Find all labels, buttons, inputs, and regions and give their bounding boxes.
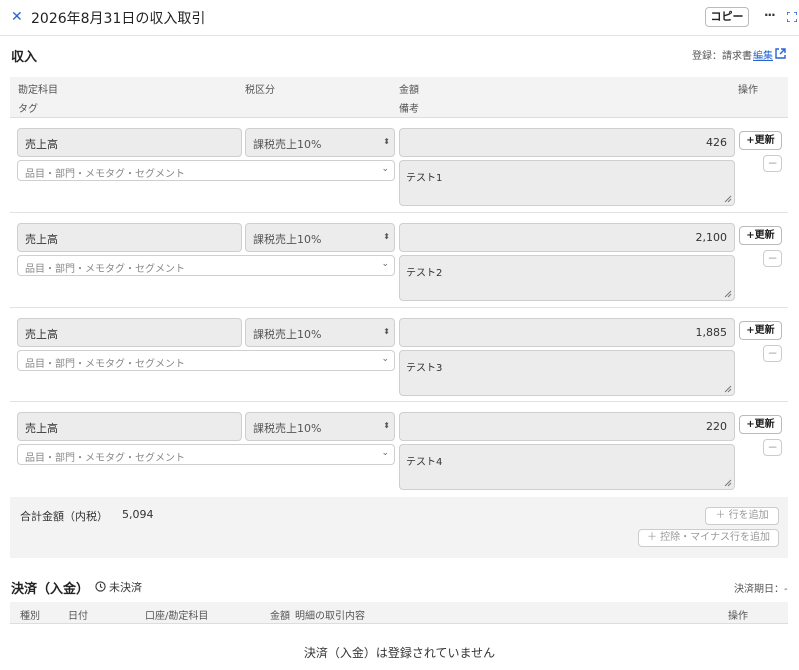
add-deduction-row-button[interactable]: ＋ 控除・マイナス行を追加 — [638, 529, 779, 547]
tax-value: 課税売上10% — [253, 233, 322, 246]
clock-icon — [95, 581, 106, 592]
update-button[interactable]: +更新 — [739, 321, 782, 340]
memo-field[interactable]: テスト1 — [399, 160, 735, 206]
col-action: 操作 — [738, 85, 758, 96]
tag-select[interactable]: 品目・部門・メモタグ・セグメント ⌄ — [17, 160, 395, 181]
amount-field[interactable]: 1,885 — [399, 318, 735, 347]
external-link-icon[interactable] — [775, 48, 786, 59]
col-account: 勘定科目 — [18, 85, 58, 96]
tax-select[interactable]: 課税売上10% ⬍ — [245, 412, 395, 441]
account-field[interactable]: 売上高 — [17, 128, 242, 157]
page-title: 2026年8月31日の収入取引 — [31, 11, 206, 27]
tag-placeholder: 品目・部門・メモタグ・セグメント — [25, 359, 185, 370]
total-value: 5,094 — [122, 508, 154, 521]
remove-row-button[interactable]: − — [763, 345, 782, 362]
account-field[interactable]: 売上高 — [17, 318, 242, 347]
tax-select[interactable]: 課税売上10% ⬍ — [245, 318, 395, 347]
resize-grip-icon[interactable] — [724, 195, 732, 203]
tax-value: 課税売上10% — [253, 138, 322, 151]
chevron-down-icon: ⌄ — [381, 259, 389, 269]
income-row: 売上高 課税売上10% ⬍ 426 品目・部門・メモタグ・セグメント ⌄ テスト1 … — [10, 118, 788, 213]
col-tax: 税区分 — [245, 85, 275, 96]
col-memo: 備考 — [399, 104, 419, 115]
tag-placeholder: 品目・部門・メモタグ・セグメント — [25, 264, 185, 275]
col-amount: 金額 — [399, 85, 419, 96]
chevron-down-icon: ⌄ — [381, 448, 389, 458]
amount-field[interactable]: 2,100 — [399, 223, 735, 252]
modal-header: ✕ 2026年8月31日の収入取引 コピー ··· — [0, 0, 799, 36]
select-arrow-icon: ⬍ — [383, 327, 390, 336]
income-row: 売上高 課税売上10% ⬍ 220 品目・部門・メモタグ・セグメント ⌄ テスト4 … — [10, 402, 788, 497]
amount-field[interactable]: 426 — [399, 128, 735, 157]
payment-section-title: 決済（入金） — [11, 582, 90, 597]
income-row: 売上高 課税売上10% ⬍ 1,885 品目・部門・メモタグ・セグメント ⌄ テスト… — [10, 308, 788, 402]
col-pay-action: 操作 — [728, 611, 748, 622]
remove-row-button[interactable]: − — [763, 250, 782, 267]
income-section-title: 収入 — [11, 50, 38, 65]
memo-value: テスト4 — [406, 457, 443, 468]
account-field[interactable]: 売上高 — [17, 412, 242, 441]
tag-select[interactable]: 品目・部門・メモタグ・セグメント ⌄ — [17, 444, 395, 465]
update-button[interactable]: +更新 — [739, 226, 782, 245]
tag-placeholder: 品目・部門・メモタグ・セグメント — [25, 453, 185, 464]
update-button[interactable]: +更新 — [739, 131, 782, 150]
col-pay-account: 口座/勘定科目 — [145, 611, 209, 622]
resize-grip-icon[interactable] — [724, 290, 732, 298]
tax-select[interactable]: 課税売上10% ⬍ — [245, 128, 395, 157]
tag-select[interactable]: 品目・部門・メモタグ・セグメント ⌄ — [17, 350, 395, 371]
select-arrow-icon: ⬍ — [383, 137, 390, 146]
remove-row-button[interactable]: − — [763, 155, 782, 172]
expand-icon[interactable] — [787, 12, 797, 22]
tax-value: 課税売上10% — [253, 422, 322, 435]
tag-select[interactable]: 品目・部門・メモタグ・セグメント ⌄ — [17, 255, 395, 276]
resize-grip-icon[interactable] — [724, 385, 732, 393]
chevron-down-icon: ⌄ — [381, 354, 389, 364]
remove-row-button[interactable]: − — [763, 439, 782, 456]
payment-status: 未決済 — [95, 579, 142, 595]
col-date: 日付 — [68, 611, 88, 622]
chevron-down-icon: ⌄ — [381, 164, 389, 174]
memo-value: テスト3 — [406, 363, 443, 374]
memo-field[interactable]: テスト2 — [399, 255, 735, 301]
registration-label: 登録：請求書 — [692, 51, 752, 62]
due-date-label: 決済期日：- — [734, 584, 788, 595]
income-table-header: 勘定科目 税区分 金額 操作 タグ 備考 — [10, 77, 788, 118]
memo-value: テスト1 — [406, 173, 443, 184]
account-field[interactable]: 売上高 — [17, 223, 242, 252]
select-arrow-icon: ⬍ — [383, 232, 390, 241]
payment-table-header: 種別 日付 口座/勘定科目 金額 明細の取引内容 操作 — [10, 602, 788, 624]
edit-link[interactable]: 編集 — [753, 47, 773, 62]
tax-select[interactable]: 課税売上10% ⬍ — [245, 223, 395, 252]
total-section: 合計金額（内税） 5,094 ＋ 行を追加 ＋ 控除・マイナス行を追加 — [10, 497, 788, 558]
close-icon[interactable]: ✕ — [11, 9, 23, 25]
memo-field[interactable]: テスト4 — [399, 444, 735, 490]
tag-placeholder: 品目・部門・メモタグ・セグメント — [25, 169, 185, 180]
payment-empty-message: 決済（入金）は登録されていません — [303, 646, 496, 660]
update-button[interactable]: +更新 — [739, 415, 782, 434]
col-detail: 明細の取引内容 — [295, 611, 365, 622]
memo-value: テスト2 — [406, 268, 443, 279]
select-arrow-icon: ⬍ — [383, 421, 390, 430]
col-type: 種別 — [20, 611, 40, 622]
more-icon[interactable]: ··· — [764, 8, 776, 22]
memo-field[interactable]: テスト3 — [399, 350, 735, 396]
amount-field[interactable]: 220 — [399, 412, 735, 441]
total-label: 合計金額（内税） — [20, 510, 108, 523]
payment-status-text: 未決済 — [109, 581, 142, 594]
col-pay-amount: 金額 — [270, 611, 290, 622]
resize-grip-icon[interactable] — [724, 479, 732, 487]
copy-button[interactable]: コピー — [705, 7, 749, 27]
add-row-button[interactable]: ＋ 行を追加 — [705, 507, 779, 525]
col-tag: タグ — [18, 104, 38, 115]
income-row: 売上高 課税売上10% ⬍ 2,100 品目・部門・メモタグ・セグメント ⌄ テスト… — [10, 213, 788, 308]
tax-value: 課税売上10% — [253, 328, 322, 341]
